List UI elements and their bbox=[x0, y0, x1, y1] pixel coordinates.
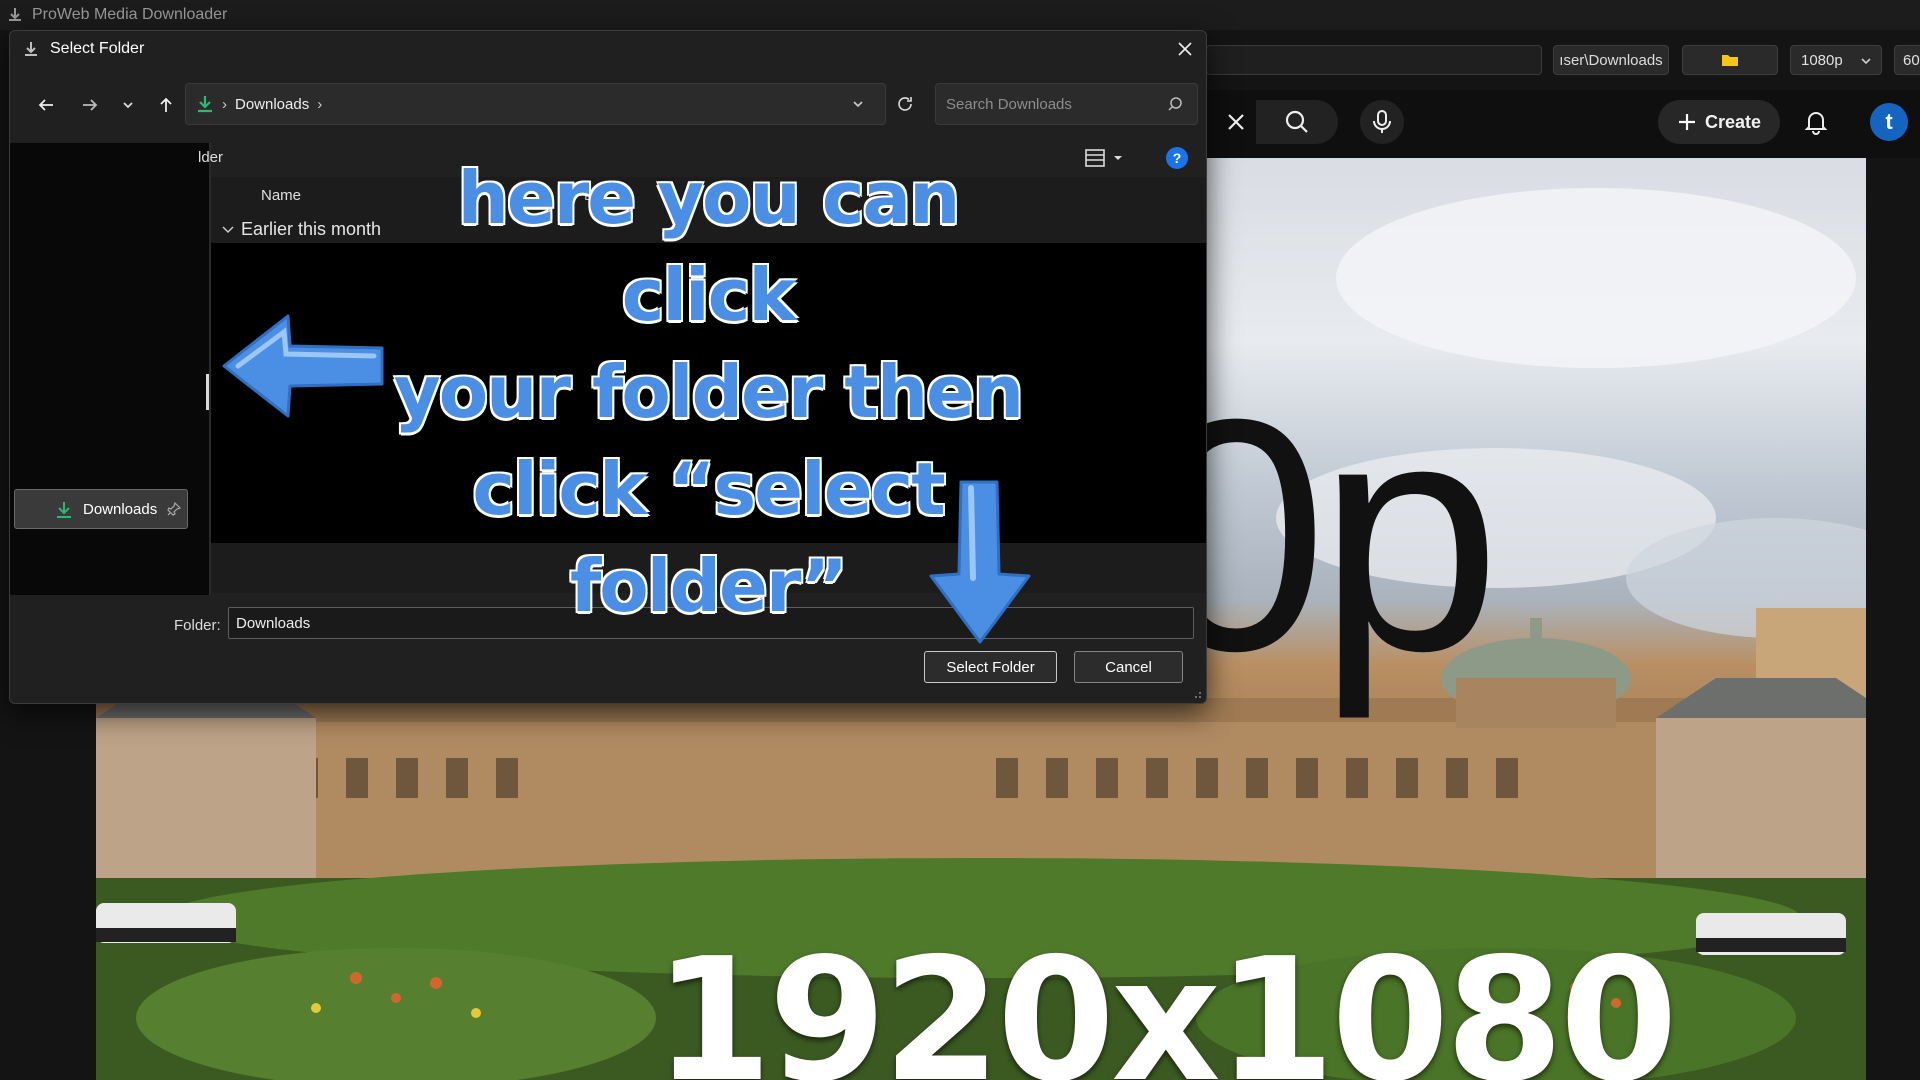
refresh-button[interactable] bbox=[890, 91, 920, 117]
quality-value: 1080p bbox=[1801, 51, 1843, 69]
navigation-pane: Downloads bbox=[10, 143, 209, 595]
app-titlebar: ProWeb Media Downloader bbox=[0, 0, 1920, 30]
dialog-titlebar: Select Folder bbox=[10, 31, 1206, 67]
chevron-down-icon bbox=[123, 102, 133, 109]
chevron-down-icon bbox=[853, 101, 863, 108]
chevron-down-icon bbox=[1114, 156, 1122, 160]
back-button[interactable] bbox=[31, 91, 61, 119]
arrow-up-icon bbox=[160, 97, 172, 112]
select-folder-button[interactable]: Select Folder bbox=[924, 651, 1057, 683]
search-button[interactable] bbox=[1256, 100, 1338, 144]
voice-search-button[interactable] bbox=[1360, 100, 1404, 144]
arrow-left-icon bbox=[222, 314, 384, 418]
create-label: Create bbox=[1704, 111, 1762, 132]
search-placeholder: Search Downloads bbox=[946, 95, 1072, 113]
app-download-icon bbox=[9, 8, 21, 21]
microphone-icon bbox=[1373, 110, 1391, 133]
resize-grip-icon[interactable] bbox=[1192, 689, 1202, 699]
dialog-title: Select Folder bbox=[50, 40, 145, 57]
breadcrumb-separator: › bbox=[222, 95, 227, 113]
dialog-close-button[interactable] bbox=[1170, 35, 1200, 63]
annotation-line: here you can click bbox=[457, 156, 961, 337]
group-header[interactable]: Earlier this month bbox=[221, 219, 381, 240]
group-header-label: Earlier this month bbox=[241, 219, 382, 239]
nav-pane-scrollbar[interactable] bbox=[206, 374, 209, 410]
annotation-line: your folder then bbox=[393, 350, 1024, 434]
new-folder-button[interactable]: lder bbox=[198, 149, 223, 166]
clear-search-icon[interactable] bbox=[1216, 102, 1256, 142]
pin-icon bbox=[167, 502, 181, 516]
address-history-button[interactable] bbox=[848, 93, 868, 115]
browse-folder-button[interactable] bbox=[1682, 45, 1778, 75]
folder-icon bbox=[1722, 55, 1738, 66]
chevron-down-icon bbox=[222, 225, 234, 233]
download-icon bbox=[57, 502, 71, 518]
search-icon bbox=[1285, 110, 1308, 133]
avatar[interactable]: t bbox=[1870, 103, 1908, 141]
up-button[interactable] bbox=[151, 91, 181, 119]
recent-locations-button[interactable] bbox=[113, 91, 143, 119]
list-view-icon bbox=[1085, 149, 1105, 167]
download-icon bbox=[198, 96, 212, 113]
arrow-left-icon bbox=[38, 99, 53, 111]
search-input[interactable]: Search Downloads bbox=[935, 83, 1198, 125]
download-path-field[interactable]: ıser\Downloads bbox=[1553, 45, 1669, 75]
arrow-right-icon bbox=[83, 99, 98, 111]
bell-icon bbox=[1804, 112, 1828, 135]
app-title: ProWeb Media Downloader bbox=[32, 6, 228, 23]
thumbnail-resolution-text: 1920x1080 bbox=[654, 922, 1678, 1080]
chevron-down-icon bbox=[1861, 58, 1871, 65]
notifications-button[interactable] bbox=[1796, 102, 1836, 142]
cancel-button[interactable]: Cancel bbox=[1074, 651, 1183, 683]
refresh-icon bbox=[898, 97, 912, 111]
address-bar[interactable]: › Downloads › bbox=[185, 83, 886, 125]
breadcrumb-separator: › bbox=[317, 95, 323, 113]
plus-icon bbox=[1678, 114, 1695, 130]
close-icon bbox=[1178, 42, 1192, 56]
column-header-name[interactable]: Name bbox=[261, 187, 301, 204]
breadcrumb[interactable]: Downloads bbox=[235, 96, 309, 113]
fps-select[interactable]: 60 bbox=[1894, 45, 1920, 75]
folder-label: Folder: bbox=[174, 617, 221, 634]
forward-button[interactable] bbox=[75, 91, 105, 119]
url-input[interactable] bbox=[1206, 45, 1542, 75]
create-button[interactable]: Create bbox=[1658, 100, 1780, 144]
sidebar-item-downloads[interactable]: Downloads bbox=[14, 489, 188, 529]
dialog-download-icon bbox=[25, 42, 37, 56]
view-options-button[interactable] bbox=[1085, 143, 1137, 173]
quality-select[interactable]: 1080p bbox=[1790, 45, 1882, 75]
sidebar-item-label: Downloads bbox=[83, 500, 158, 518]
search-icon bbox=[1168, 97, 1182, 111]
help-button[interactable]: ? bbox=[1166, 147, 1188, 169]
arrow-down-icon bbox=[929, 480, 1031, 644]
